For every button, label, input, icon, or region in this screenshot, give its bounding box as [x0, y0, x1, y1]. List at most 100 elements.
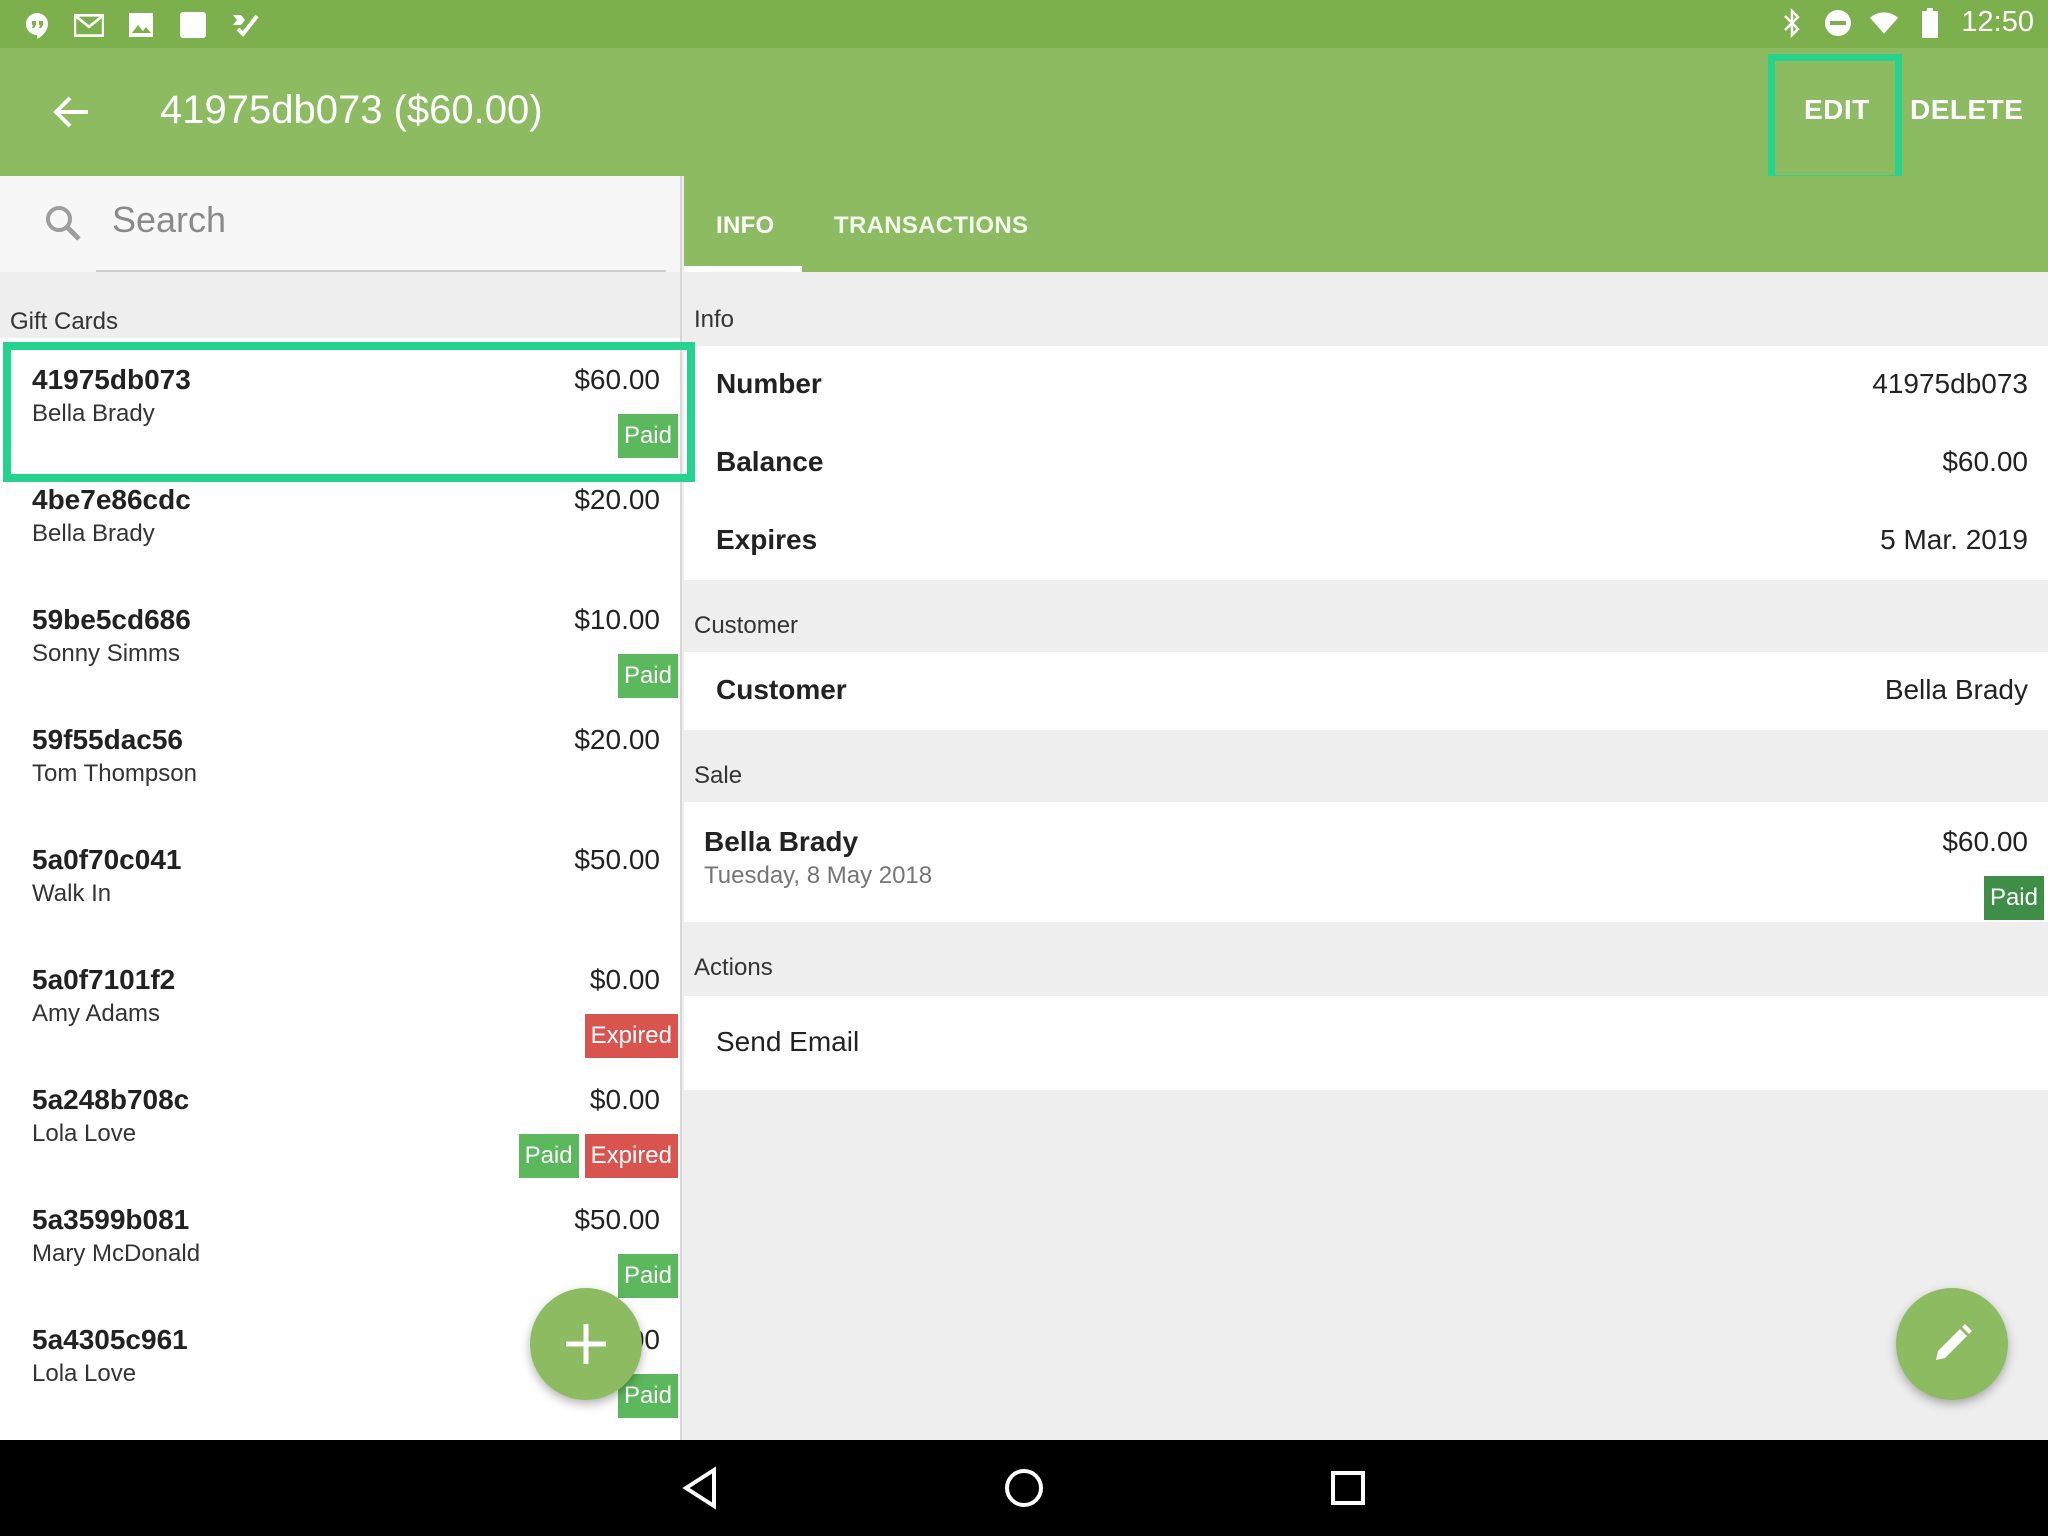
arrow-back-icon	[53, 96, 88, 128]
gift-card-detail-pane: Info Number 41975db073 Balance $60.00 Ex…	[684, 272, 2048, 1440]
section-title-customer: Customer	[694, 612, 799, 639]
card-number: 5a248b708c	[32, 1084, 190, 1115]
search-icon	[46, 206, 81, 241]
card-customer: Lola Love	[32, 1120, 137, 1147]
card-number: 59be5cd686	[32, 604, 191, 635]
customer-label: Customer	[716, 674, 847, 705]
expires-row: Expires 5 Mar. 2019	[684, 502, 2048, 580]
paid-badge: Paid	[617, 414, 678, 458]
send-email-label: Send Email	[716, 1026, 860, 1057]
card-badges: Paid	[617, 1254, 678, 1298]
card-badges: Paid	[617, 654, 678, 698]
card-number: 41975db073	[32, 364, 191, 395]
list-item[interactable]: 4be7e86cdc Bella Brady $20.00	[0, 458, 680, 578]
app-bar: 41975db073 ($60.00) EDIT DELETE	[0, 48, 2048, 176]
card-number: 5a3599b081	[32, 1204, 190, 1235]
section-title-actions: Actions	[694, 954, 773, 981]
sale-amount: $60.00	[1942, 826, 2028, 857]
card-number: 5a0f70c041	[32, 844, 182, 875]
sale-row[interactable]: Bella Brady Tuesday, 8 May 2018 $60.00 P…	[684, 802, 2048, 922]
status-bar: 12:50	[0, 0, 2048, 48]
card-number: 5a0f7101f2	[32, 964, 176, 995]
triangle-back-icon	[682, 1466, 716, 1510]
card-badges: Paid	[617, 414, 678, 458]
notification-icons	[22, 10, 260, 40]
card-customer: Walk In	[32, 880, 112, 907]
battery-icon	[1915, 7, 1945, 38]
expired-badge: Expired	[584, 1014, 678, 1058]
search-bar	[0, 176, 680, 272]
card-customer: Bella Brady	[32, 400, 155, 427]
gmail-icon	[74, 10, 104, 40]
list-item[interactable]: 41975db073 Bella Brady $60.00 Paid	[0, 338, 680, 458]
card-amount: $0.00	[589, 1084, 660, 1115]
bluetooth-icon	[1777, 7, 1807, 38]
number-label: Number	[716, 368, 822, 399]
card-amount: $60.00	[574, 364, 660, 395]
card-badges: Paid Expired	[518, 1134, 678, 1178]
paid-badge: Paid	[1983, 876, 2044, 920]
gift-card-list-pane: Gift Cards 41975db073 Bella Brady $60.00…	[0, 176, 682, 1440]
card-number: 59f55dac56	[32, 724, 184, 755]
list-item[interactable]: 5a0f7101f2 Amy Adams $0.00 Expired	[0, 938, 680, 1058]
paid-badge: Paid	[617, 1254, 678, 1298]
number-value: 41975db073	[1872, 368, 2028, 399]
edit-button[interactable]: EDIT	[1804, 94, 1870, 126]
number-row: Number 41975db073	[684, 346, 2048, 424]
square-recents-icon	[1331, 1471, 1365, 1505]
section-title-info: Info	[694, 306, 735, 333]
card-customer: Mary McDonald	[32, 1240, 201, 1267]
circle-home-icon	[1005, 1469, 1043, 1507]
card-amount: $0.00	[589, 964, 660, 995]
list-item[interactable]: 5a0f70c041 Walk In $50.00	[0, 818, 680, 938]
pencil-icon	[1936, 1324, 1972, 1360]
paid-badge: Paid	[518, 1134, 579, 1178]
card-amount: $20.00	[574, 484, 660, 515]
balance-row: Balance $60.00	[684, 424, 2048, 502]
clock: 12:50	[1961, 6, 2034, 38]
expired-badge: Expired	[584, 1134, 678, 1178]
expires-label: Expires	[716, 524, 818, 555]
list-item[interactable]: 59f55dac56 Tom Thompson $20.00	[0, 698, 680, 818]
card-amount: $10.00	[574, 604, 660, 635]
list-item[interactable]: 5a248b708c Lola Love $0.00 Paid Expired	[0, 1058, 680, 1178]
system-nav-bar	[0, 1440, 2048, 1536]
card-number: 5a4305c961	[32, 1324, 188, 1355]
card-badges: Expired	[584, 1014, 678, 1058]
detail-tabs: INFO TRANSACTIONS	[684, 176, 2048, 272]
photos-icon	[126, 10, 156, 40]
balance-label: Balance	[716, 446, 824, 477]
card-customer: Amy Adams	[32, 1000, 161, 1027]
tab-transactions[interactable]: TRANSACTIONS	[834, 212, 1028, 240]
wifi-icon	[1869, 8, 1899, 38]
edit-fab-button[interactable]	[1896, 1288, 2008, 1400]
nav-home-button[interactable]	[1000, 1464, 1048, 1512]
nav-recents-button[interactable]	[1324, 1464, 1372, 1512]
send-email-button[interactable]: Send Email	[684, 996, 2048, 1090]
card-customer: Tom Thompson	[32, 760, 197, 787]
info-section: Number 41975db073 Balance $60.00 Expires…	[684, 346, 2048, 580]
delete-button[interactable]: DELETE	[1910, 94, 2023, 126]
list-item[interactable]: 5a3599b081 Mary McDonald $50.00 Paid	[0, 1178, 680, 1298]
search-input[interactable]	[96, 192, 666, 248]
tasks-icon	[230, 10, 260, 40]
customer-row[interactable]: Customer Bella Brady	[684, 652, 2048, 730]
customer-value: Bella Brady	[1884, 674, 2028, 705]
card-amount: $50.00	[574, 1204, 660, 1235]
system-status: 12:50	[1777, 6, 2034, 39]
actions-section: Send Email	[684, 996, 2048, 1090]
card-amount: $20.00	[574, 724, 660, 755]
paid-badge: Paid	[617, 654, 678, 698]
tab-info[interactable]: INFO	[716, 212, 775, 240]
card-customer: Sonny Simms	[32, 640, 181, 667]
sale-date: Tuesday, 8 May 2018	[704, 862, 933, 889]
add-gift-card-button[interactable]	[530, 1288, 642, 1400]
section-title-sale: Sale	[694, 762, 743, 789]
nav-back-button[interactable]	[676, 1464, 724, 1512]
back-button[interactable]	[44, 88, 100, 136]
square-notification-icon	[178, 10, 208, 40]
list-item[interactable]: 59be5cd686 Sonny Simms $10.00 Paid	[0, 578, 680, 698]
page-title: 41975db073 ($60.00)	[160, 88, 543, 132]
card-customer: Lola Love	[32, 1360, 137, 1387]
customer-section: Customer Bella Brady	[684, 652, 2048, 730]
